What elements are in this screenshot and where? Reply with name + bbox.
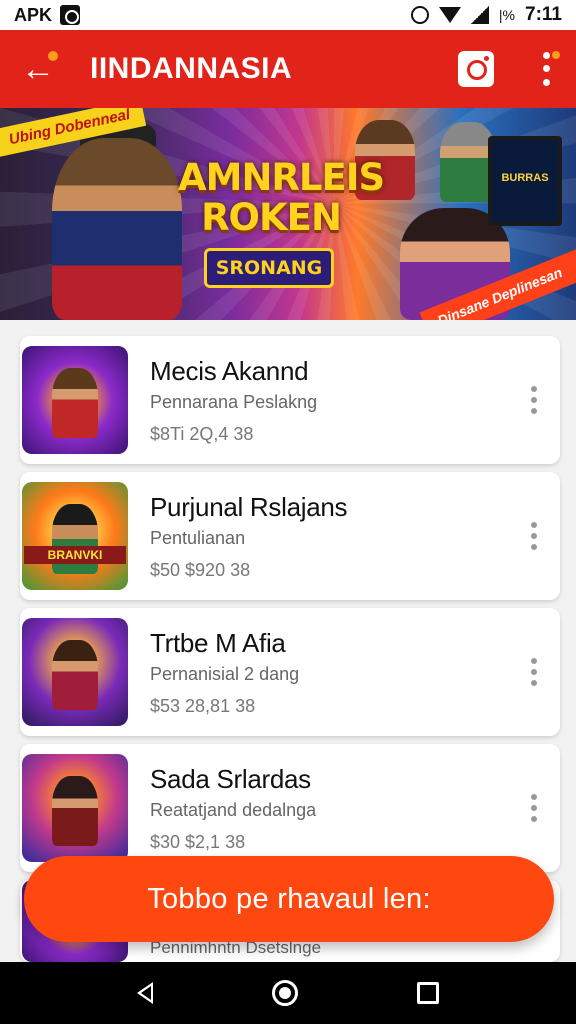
app-title: IINDANNASIA [90,52,293,85]
list-item[interactable]: BRANVKI Purjunal Rslajans Pentulianan $5… [20,472,560,600]
more-vertical-icon [531,522,537,528]
menu-dot [531,816,537,822]
item-price: $53 28,81 38 [150,696,256,716]
banner-title: AMNRLEIS ROKEN [178,156,385,239]
status-left-text: APK [14,4,53,25]
menu-dot [531,533,537,539]
nav-recents-icon[interactable] [416,982,439,1004]
battery-indicator: |% [498,7,516,23]
item-more-button[interactable] [514,506,554,566]
list-item[interactable]: Mecis Akannd Pennarana Peslakng $8Ti 2Q,… [20,336,560,464]
item-price: $8Ti 2Q,4 38 [150,424,254,444]
menu-dot [531,408,537,414]
signal-icon [470,6,489,24]
status-left: APK [14,4,81,26]
item-body: Sada Srlardas Reatatjand dedalnga $30 $2… [150,764,514,852]
nav-home-icon[interactable] [271,980,298,1006]
app-bar: ← IINDANNASIA [0,30,576,108]
item-title: Trtbe M Afia [150,628,286,658]
alarm-icon [410,6,429,24]
more-vertical-icon [531,794,537,800]
back-button[interactable]: ← [20,50,58,88]
camera-icon [484,56,489,61]
item-price: $50 $920 38 [150,560,251,580]
overflow-menu-button[interactable] [536,49,560,89]
item-thumbnail: BRANVKI [22,482,128,590]
menu-dot [531,805,537,811]
status-bar: APK |% 7:11 [0,0,576,30]
item-subtitle: Reatatjand dedalnga [150,800,317,820]
primary-action-button[interactable]: Tobbo pe rhavaul len: [24,856,554,942]
item-title: Sada Srlardas [150,764,311,794]
item-thumbnail [22,346,128,454]
item-body: Trtbe M Afia Pernanisial 2 dang $53 28,8… [150,628,514,716]
list-item[interactable]: Sada Srlardas Reatatjand dedalnga $30 $2… [20,744,560,872]
banner-character-left [52,138,182,320]
item-body: Purjunal Rslajans Pentulianan $50 $920 3… [150,492,514,580]
item-more-button[interactable] [514,778,554,838]
item-more-button[interactable] [514,370,554,430]
camera-button[interactable] [458,51,494,87]
nav-back-icon[interactable] [137,982,154,1004]
clock: 7:11 [525,4,562,25]
wifi-icon [438,7,461,23]
more-vertical-icon [531,386,537,392]
list-item[interactable]: Trtbe M Afia Pernanisial 2 dang $53 28,8… [20,608,560,736]
menu-dot [531,544,537,550]
status-right: |% 7:11 [410,4,562,26]
menu-dot [531,397,537,403]
item-thumbnail [22,618,128,726]
item-more-button[interactable] [514,642,554,702]
item-thumbnail [22,754,128,862]
more-vertical-icon [542,52,550,60]
notification-icon [60,5,81,25]
item-subtitle: Pennarana Peslakng [150,392,318,412]
item-subtitle: Pentulianan [150,528,246,548]
item-body: Mecis Akannd Pennarana Peslakng $8Ti 2Q,… [150,356,514,444]
menu-dot [542,78,550,86]
banner-screen: BURRAS [488,136,562,226]
menu-dot [531,680,537,686]
menu-dot [542,65,550,73]
more-vertical-icon [531,658,537,664]
thumbnail-label: BRANVKI [24,546,126,564]
notification-dot [48,51,58,61]
item-title: Mecis Akannd [150,356,309,386]
banner-ribbon: SRONANG [204,248,334,288]
promo-banner[interactable]: BURRAS AMNRLEIS ROKEN SRONANG Ubing Dobe… [0,108,576,320]
system-nav-bar [0,962,576,1024]
item-price: $30 $2,1 38 [150,832,246,852]
item-subtitle: Pernanisial 2 dang [150,664,300,684]
menu-dot [531,669,537,675]
notification-dot [552,51,560,59]
item-title: Purjunal Rslajans [150,492,348,522]
